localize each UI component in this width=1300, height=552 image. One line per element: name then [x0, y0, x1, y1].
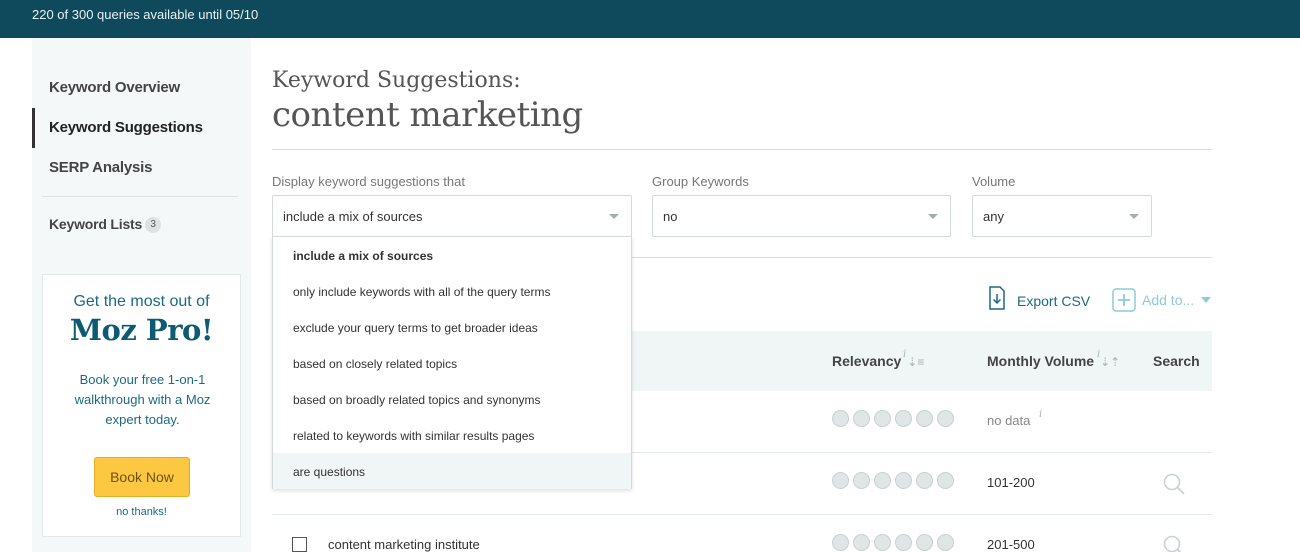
page-title: Keyword Suggestions:: [272, 68, 521, 93]
relevancy-header[interactable]: Relevancy ⇣≡: [832, 353, 924, 369]
monthly-volume-value: 201-500: [987, 537, 1035, 552]
chevron-down-icon: [609, 214, 619, 219]
info-icon[interactable]: i: [903, 349, 906, 360]
nav-divider: [42, 196, 238, 197]
dropdown-option[interactable]: exclude your query terms to get broader …: [273, 309, 631, 345]
display-filter-value: include a mix of sources: [283, 209, 423, 224]
dropdown-option[interactable]: related to keywords with similar results…: [273, 417, 631, 453]
dropdown-option[interactable]: based on broadly related topics and syno…: [273, 381, 631, 417]
nav-keyword-overview[interactable]: Keyword Overview: [49, 79, 180, 96]
sort-icon[interactable]: ⇣≡: [907, 355, 924, 369]
chevron-down-icon: [928, 214, 938, 219]
promo-body: Book your free 1-on-1 walkthrough with a…: [74, 372, 211, 427]
header-divider: [272, 149, 1212, 150]
dropdown-option[interactable]: are questions: [273, 453, 631, 489]
quota-text: 220 of 300 queries available until 05/10: [32, 7, 259, 22]
nav-keyword-suggestions[interactable]: Keyword Suggestions: [49, 119, 203, 136]
quota-bar: 220 of 300 queries available until 05/10: [0, 0, 1300, 38]
chevron-down-icon: [1129, 214, 1139, 219]
volume-value: any: [983, 209, 1004, 224]
relevancy-dots: [832, 534, 958, 552]
chevron-down-icon: [1201, 297, 1211, 303]
dropdown-option[interactable]: include a mix of sources: [273, 237, 631, 273]
relevancy-dots: [832, 472, 958, 490]
add-to-label: Add to...: [1142, 292, 1195, 308]
sort-icon[interactable]: ⇣⇡: [1100, 355, 1120, 369]
search-header: Search: [1153, 353, 1200, 369]
info-icon[interactable]: i: [1097, 349, 1100, 360]
nav-keyword-lists[interactable]: Keyword Lists 3: [49, 216, 162, 233]
keyword-lists-count-badge: 3: [145, 217, 162, 233]
volume-select[interactable]: any: [972, 195, 1152, 237]
relevancy-header-label: Relevancy: [832, 353, 902, 369]
magnifier-icon[interactable]: [1162, 534, 1186, 552]
magnifier-icon[interactable]: [1162, 472, 1186, 496]
keyword-lists-label: Keyword Lists: [49, 216, 143, 232]
plus-square-icon: [1112, 288, 1136, 312]
no-thanks-link[interactable]: no thanks!: [43, 506, 240, 518]
promo-title: Moz Pro!: [69, 313, 214, 347]
promo-card: Get the most out of Moz Pro! Book your f…: [42, 274, 241, 537]
promo-kicker: Get the most out of: [73, 293, 210, 310]
table-row: content marketing institute 201-500: [272, 515, 1212, 552]
group-keywords-select[interactable]: no: [652, 195, 951, 237]
group-keywords-value: no: [663, 209, 678, 224]
display-filter-label: Display keyword suggestions that: [272, 174, 465, 189]
relevancy-dots: [832, 410, 958, 428]
sidebar: Keyword Overview Keyword Suggestions SER…: [32, 38, 251, 552]
nav-serp-analysis[interactable]: SERP Analysis: [49, 159, 152, 176]
query-title: content marketing: [272, 95, 583, 135]
filters-divider: [632, 257, 1212, 258]
monthly-volume-header-label: Monthly Volume: [987, 353, 1095, 369]
monthly-volume-value: 101-200: [987, 475, 1035, 490]
book-now-button[interactable]: Book Now: [94, 457, 190, 497]
keyword-cell: content marketing institute: [328, 537, 480, 552]
download-document-icon: [989, 286, 1005, 310]
dropdown-option[interactable]: based on closely related topics: [273, 345, 631, 381]
monthly-volume-header[interactable]: Monthly Volume ⇣⇡: [987, 353, 1120, 369]
group-keywords-label: Group Keywords: [652, 174, 749, 189]
row-checkbox[interactable]: [292, 537, 307, 552]
dropdown-option[interactable]: only include keywords with all of the qu…: [273, 273, 631, 309]
active-indicator: [32, 108, 35, 148]
export-csv-label: Export CSV: [1017, 293, 1091, 309]
display-filter-select[interactable]: include a mix of sources: [272, 195, 632, 237]
info-icon[interactable]: i: [1039, 409, 1042, 420]
display-filter-dropdown: include a mix of sources only include ke…: [272, 236, 632, 489]
monthly-volume-value: no data: [987, 413, 1031, 428]
volume-label: Volume: [972, 174, 1016, 189]
